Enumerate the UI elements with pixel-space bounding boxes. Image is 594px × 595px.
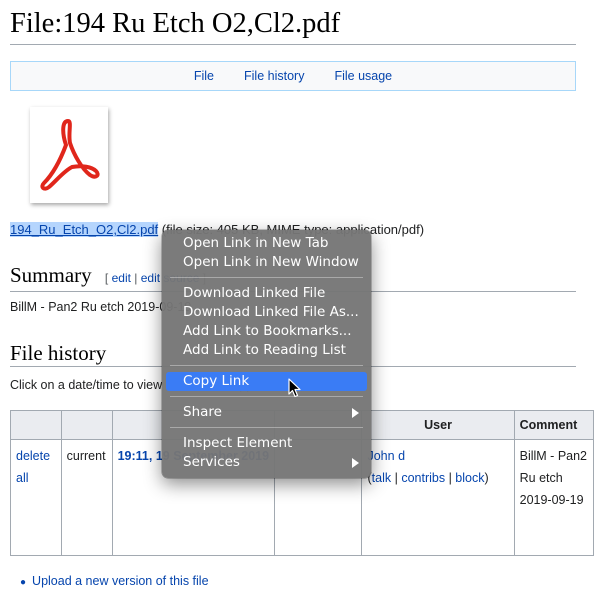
edit-link[interactable]: edit	[112, 271, 131, 285]
summary-title: Summary	[10, 263, 92, 287]
menu-separator	[170, 427, 363, 428]
tab-file[interactable]: File	[179, 69, 229, 83]
status-cell: current	[60, 439, 113, 556]
menu-open-new-window[interactable]: Open Link in New Window	[162, 253, 371, 272]
pdf-thumbnail[interactable]	[30, 107, 108, 203]
user-cell: John d (talk | contribs | block)	[361, 439, 515, 556]
mouse-pointer-icon	[288, 378, 301, 398]
upload-link[interactable]: Upload a new version of this file	[32, 574, 208, 588]
menu-separator	[170, 365, 363, 366]
menu-download-linked-file-as[interactable]: Download Linked File As...	[162, 303, 371, 322]
submenu-arrow-icon	[352, 408, 359, 418]
context-menu: Open Link in New Tab Open Link in New Wi…	[162, 230, 371, 478]
bullet-icon: ●	[20, 577, 27, 588]
menu-share[interactable]: Share	[162, 403, 371, 422]
menu-download-linked-file[interactable]: Download Linked File	[162, 284, 371, 303]
user-tools-close: )	[484, 471, 489, 485]
column-header	[10, 410, 62, 440]
file-tabs: File File history File usage	[10, 61, 576, 91]
file-link[interactable]: 194_Ru_Etch_O2,Cl2.pdf	[10, 222, 159, 237]
submenu-arrow-icon	[352, 458, 359, 468]
upload-new-version: ● Upload a new version of this file	[20, 574, 209, 588]
menu-share-label: Share	[183, 404, 222, 420]
tab-file-usage[interactable]: File usage	[319, 69, 407, 83]
talk-link[interactable]: talk	[372, 471, 391, 485]
comment-cell: BillM - Pan2 Ru etch 2019-09-19	[513, 439, 594, 556]
menu-add-bookmark[interactable]: Add Link to Bookmarks...	[162, 322, 371, 341]
column-header: Comment	[513, 410, 594, 440]
menu-services[interactable]: Services	[162, 453, 371, 472]
menu-separator	[170, 277, 363, 278]
menu-inspect-element[interactable]: Inspect Element	[162, 434, 371, 453]
column-header	[60, 410, 113, 440]
column-header: User	[361, 410, 515, 440]
menu-services-label: Services	[183, 454, 240, 470]
block-link[interactable]: block	[455, 471, 484, 485]
page-title: File:194 Ru Etch O2,Cl2.pdf	[10, 6, 576, 45]
tab-file-history[interactable]: File history	[229, 69, 319, 83]
menu-separator	[170, 396, 363, 397]
menu-open-new-tab[interactable]: Open Link in New Tab	[162, 234, 371, 253]
delete-all-link[interactable]: delete all	[10, 439, 62, 556]
menu-copy-link[interactable]: Copy Link	[166, 372, 367, 391]
menu-add-reading-list[interactable]: Add Link to Reading List	[162, 341, 371, 360]
user-link[interactable]: John d	[367, 449, 405, 463]
pdf-icon	[40, 119, 100, 191]
contribs-link[interactable]: contribs	[401, 471, 445, 485]
